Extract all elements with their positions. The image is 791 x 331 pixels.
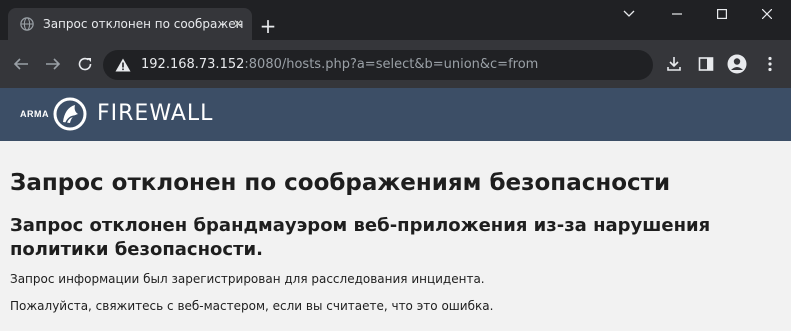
url-text[interactable]: 192.168.73.152:8080/hosts.php?a=select&b… [141, 57, 538, 72]
account-icon [727, 54, 747, 74]
site-header: ARMA FIREWALL [0, 88, 791, 141]
side-panel-button[interactable] [696, 54, 716, 74]
side-panel-icon [698, 57, 714, 71]
chevron-down-icon [623, 10, 635, 17]
info-text-logged: Запрос информации был зарегистрирован дл… [10, 272, 485, 286]
tab-title: Запрос отклонен по соображен [43, 17, 244, 31]
tab-close-icon[interactable]: ✕ [230, 16, 246, 32]
globe-icon [20, 17, 34, 31]
browser-toolbar: 192.168.73.152:8080/hosts.php?a=select&b… [0, 40, 791, 88]
brand-name: FIREWALL [97, 101, 214, 126]
info-text-contact: Пожалуйста, свяжитесь с веб-мастером, ес… [10, 299, 494, 313]
tab-strip: Запрос отклонен по соображен ✕ + [0, 0, 791, 40]
profile-button[interactable] [727, 54, 747, 74]
url-host: 192.168.73.152 [141, 57, 245, 72]
back-button[interactable] [11, 54, 31, 74]
maximize-icon [717, 9, 727, 19]
download-button[interactable] [664, 54, 684, 74]
arma-logo-icon [53, 97, 87, 131]
download-icon [667, 57, 681, 71]
page-title: Запрос отклонен по соображениям безопасн… [10, 170, 671, 196]
page-subtitle: Запрос отклонен брандмауэром веб-приложе… [10, 215, 711, 260]
reload-button[interactable] [75, 54, 95, 74]
tab-search-button[interactable] [606, 0, 652, 28]
minimize-icon [672, 13, 682, 15]
address-bar[interactable]: 192.168.73.152:8080/hosts.php?a=select&b… [103, 50, 653, 80]
close-icon [762, 9, 772, 19]
maximize-button[interactable] [699, 0, 745, 28]
more-vert-icon [768, 56, 772, 72]
forward-button[interactable] [43, 54, 63, 74]
url-path: :8080/hosts.php?a=select&b=union&c=from [244, 57, 539, 72]
close-window-button[interactable] [744, 0, 790, 28]
arrow-right-icon [46, 58, 61, 70]
reload-icon [78, 57, 92, 71]
browser-tab[interactable]: Запрос отклонен по соображен ✕ [8, 8, 252, 40]
menu-button[interactable] [760, 54, 780, 74]
arrow-left-icon [13, 58, 28, 70]
minimize-button[interactable] [654, 0, 700, 28]
new-tab-button[interactable]: + [258, 16, 278, 36]
brand-small-text: ARMA [20, 109, 49, 119]
warning-icon[interactable] [115, 58, 131, 72]
